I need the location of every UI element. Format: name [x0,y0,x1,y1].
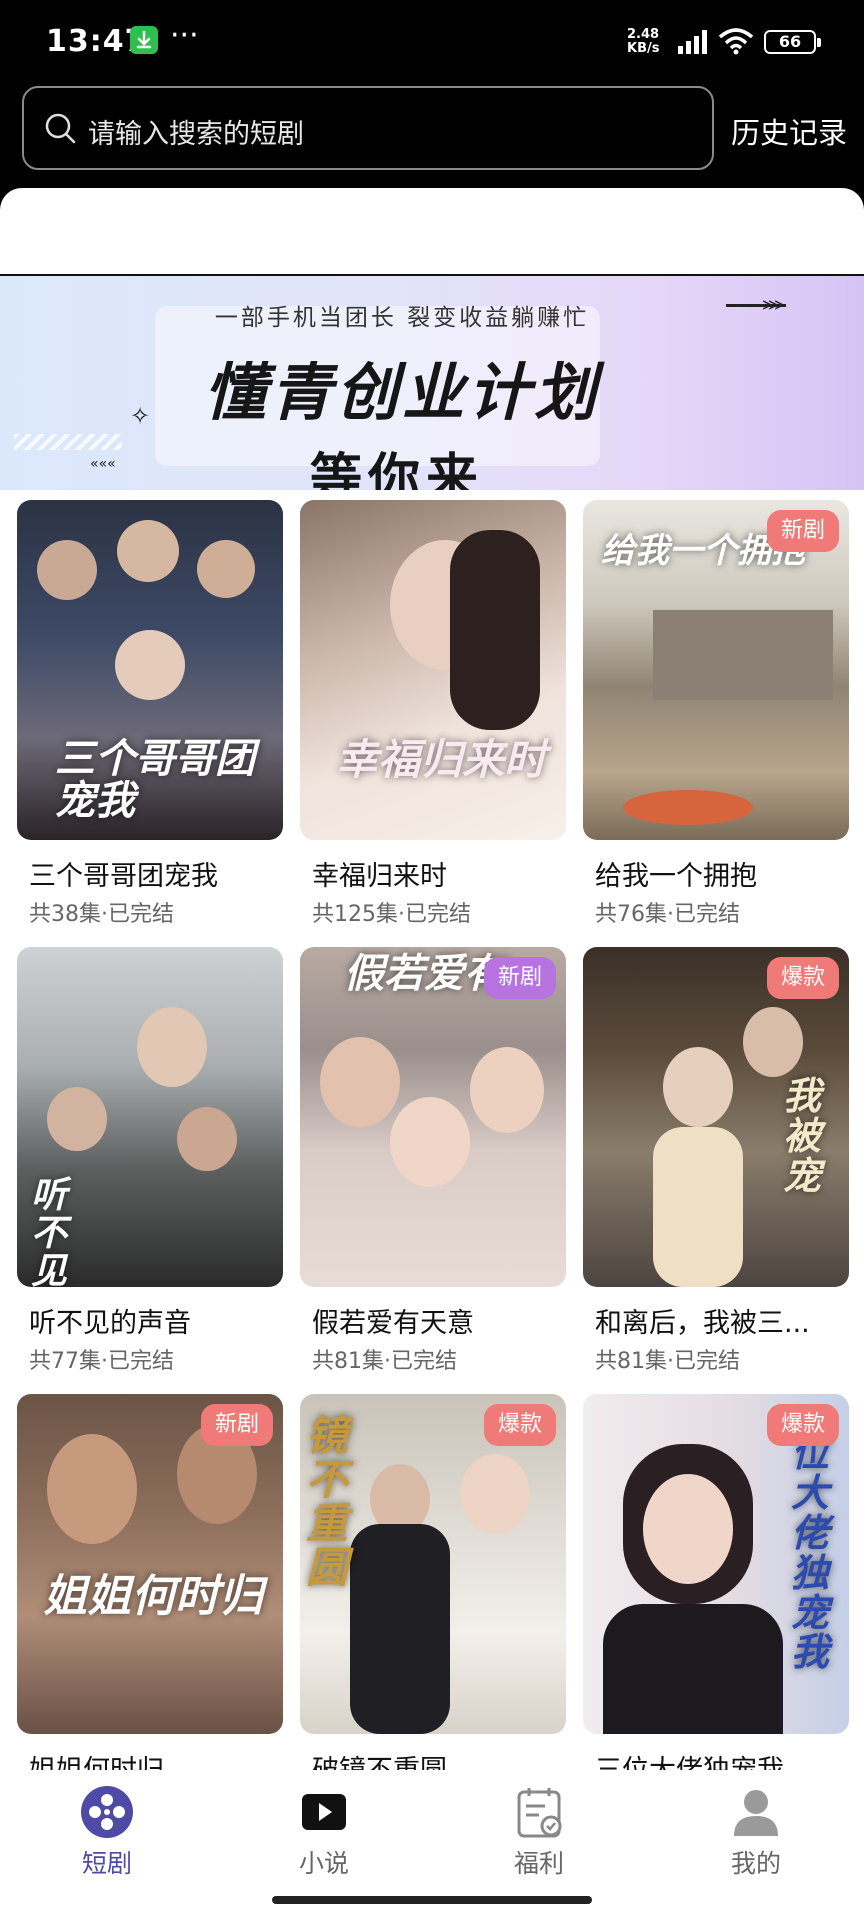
wifi-icon [718,28,754,55]
drama-card[interactable]: 幸福归来时 幸福归来时 共125集·已完结 [300,500,566,927]
more-notifications-icon: ··· [170,18,199,53]
banner-subtitle: 等你来 [309,449,484,490]
nav-label: 短剧 [81,1849,132,1878]
drama-title: 破镜不重圆 [312,1748,562,1770]
banner-title: 懂青创业计划 [203,356,600,429]
drama-poster[interactable]: 给我一个拥抱 新剧 [583,500,849,840]
poster-title: 三个哥哥团宠我 [55,736,255,824]
film-reel-icon [81,1786,133,1838]
drama-card[interactable]: 我被宠 爆款 和离后，我被三... 共81集·已完结 [583,947,849,1374]
drama-title: 三个哥哥团宠我 [29,861,218,892]
badge-new: 新剧 [200,1404,273,1446]
drama-episodes: 共125集·已完结 [312,902,471,927]
drama-title: 姐姐何时归 [29,1748,279,1770]
drama-poster[interactable]: 听不见的声 [17,947,283,1287]
search-placeholder: 请输入搜索的短剧 [88,119,304,150]
drama-card[interactable]: 听不见的声 听不见的声音 共77集·已完结 [17,947,283,1374]
drama-title: 听不见的声音 [29,1308,191,1339]
drama-title: 和离后，我被三... [595,1308,810,1339]
drama-card[interactable]: 三个哥哥团宠我 三个哥哥团宠我 共38集·已完结 [17,500,283,927]
drama-poster[interactable]: 我被宠 爆款 [583,947,849,1287]
poster-title: 镜不重圆 [306,1411,349,1593]
poster-title: 假若爱有 [344,951,504,997]
download-notification-icon [130,26,158,54]
main-content: ⋙ ✧ ««« 一部手机当团长 裂变收益躺赚忙 懂青创业计划 等你来 三个哥哥团… [0,188,864,1770]
drama-poster[interactable]: 位大佬独宠我 爆款 [583,1394,849,1734]
badge-hot: 爆款 [483,1404,556,1446]
banner-tagline: 一部手机当团长 裂变收益躺赚忙 [214,305,590,331]
network-speed: 2.48 KB/s [627,27,660,56]
drama-episodes: 共76集·已完结 [595,902,740,927]
search-icon [45,113,76,144]
badge-new: 新剧 [766,510,839,552]
nav-tab-welfare[interactable]: 福利 [464,1784,614,1880]
drama-card[interactable]: 位大佬独宠我 爆款 三位大佬独宠我 [583,1394,849,1770]
drama-poster[interactable]: 三个哥哥团宠我 [17,500,283,840]
poster-title: 听不见的声 [31,1175,68,1287]
nav-label: 福利 [513,1849,564,1878]
drama-poster[interactable]: 假若爱有 新剧 [300,947,566,1287]
drama-card[interactable]: 假若爱有 新剧 假若爱有天意 共81集·已完结 [300,947,566,1374]
nav-label: 我的 [730,1849,781,1878]
drama-episodes: 共81集·已完结 [312,1349,457,1374]
nav-label: 小说 [298,1849,349,1878]
nav-tab-profile[interactable]: 我的 [681,1784,831,1880]
drama-episodes: 共81集·已完结 [595,1349,740,1374]
drama-poster[interactable]: 镜不重圆 爆款 [300,1394,566,1734]
drama-card[interactable]: 给我一个拥抱 新剧 给我一个拥抱 共76集·已完结 [583,500,849,927]
drama-episodes: 共77集·已完结 [29,1349,174,1374]
promo-banner[interactable]: ⋙ ✧ ««« 一部手机当团长 裂变收益躺赚忙 懂青创业计划 等你来 [0,276,864,490]
drama-card[interactable]: 镜不重圆 爆款 破镜不重圆 [300,1394,566,1770]
drama-card[interactable]: 姐姐何时归 新剧 姐姐何时归 [17,1394,283,1770]
checklist-icon [517,1788,562,1838]
poster-title: 姐姐何时归 [43,1571,263,1622]
nav-tab-novels[interactable]: 小说 [249,1784,399,1880]
drama-title: 假若爱有天意 [312,1308,474,1339]
nav-tab-dramas[interactable]: 短剧 [32,1784,182,1880]
drama-poster[interactable]: 姐姐何时归 新剧 [17,1394,283,1734]
header: 请输入搜索的短剧 历史记录 [0,82,864,190]
search-input[interactable]: 请输入搜索的短剧 [22,86,714,170]
poster-title: 幸福归来时 [336,735,547,784]
badge-hot: 爆款 [766,957,839,999]
category-strip [0,188,864,276]
drama-title: 三位大佬独宠我 [595,1748,845,1770]
poster-title: 位大佬独宠我 [791,1431,830,1675]
drama-title: 幸福归来时 [312,861,447,892]
user-icon [734,1790,778,1836]
play-icon [302,1794,346,1830]
badge-hot: 爆款 [766,1404,839,1446]
drama-poster[interactable]: 幸福归来时 [300,500,566,840]
signal-icon [678,30,707,54]
badge-new: 新剧 [483,957,556,999]
home-indicator[interactable] [272,1896,592,1904]
drama-episodes: 共38集·已完结 [29,902,174,927]
history-button[interactable]: 历史记录 [731,110,847,152]
poster-title: 我被宠 [783,1074,822,1198]
drama-title: 给我一个拥抱 [595,861,757,892]
status-bar: 13:47 ··· 2.48 KB/s 66 [0,0,864,82]
battery-icon: 66 [764,30,821,54]
